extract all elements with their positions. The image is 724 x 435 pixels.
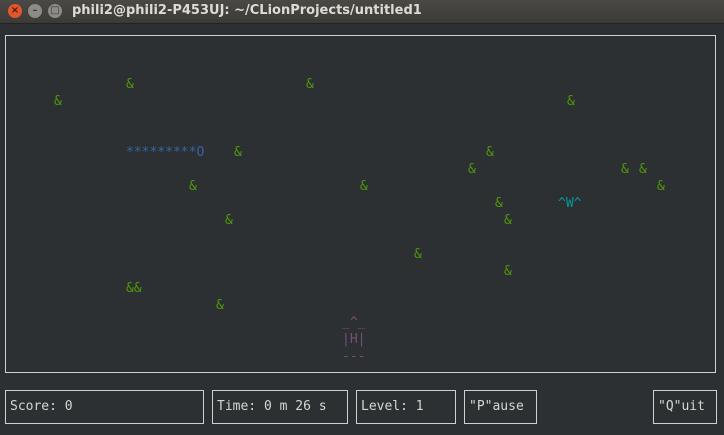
- food-item: &: [414, 247, 422, 262]
- title-bar: × – □ phili2@phili2-P453UJ: ~/CLionProje…: [0, 0, 724, 24]
- food-item: &: [189, 179, 197, 194]
- food-item: &: [234, 145, 242, 160]
- pause-button[interactable]: "P"ause: [464, 390, 537, 424]
- food-item: &: [495, 196, 503, 211]
- food-item: &: [657, 179, 665, 194]
- level-box: Level: 1: [356, 390, 456, 424]
- close-window-button[interactable]: ×: [8, 4, 22, 18]
- food-item: &: [360, 179, 368, 194]
- food-item: &: [126, 77, 134, 92]
- food-item: &&: [126, 281, 142, 296]
- snake: *********O: [126, 145, 205, 160]
- food-item: &: [639, 162, 647, 177]
- game-field: & & & & & & & & & & & & & & & & & && & *…: [5, 35, 716, 373]
- player-ship-base: ---: [342, 349, 366, 364]
- maximize-window-button[interactable]: □: [48, 4, 62, 18]
- food-item: &: [486, 145, 494, 160]
- food-item: &: [621, 162, 629, 177]
- score-box: Score: 0: [5, 390, 204, 424]
- food-item: &: [216, 298, 224, 313]
- food-item: &: [567, 94, 575, 109]
- food-item: &: [306, 77, 314, 92]
- player-ship-top: _^_: [342, 315, 366, 330]
- food-item: &: [504, 213, 512, 228]
- food-item: &: [54, 94, 62, 109]
- enemy: ^W^: [558, 196, 582, 211]
- player-ship-body: |H|: [342, 332, 366, 347]
- food-item: &: [225, 213, 233, 228]
- minimize-window-button[interactable]: –: [28, 4, 42, 18]
- terminal-area[interactable]: & & & & & & & & & & & & & & & & & && & *…: [0, 24, 724, 435]
- time-box: Time: 0 m 26 s: [212, 390, 348, 424]
- food-item: &: [504, 264, 512, 279]
- quit-button[interactable]: "Q"uit: [653, 390, 717, 424]
- food-item: &: [468, 162, 476, 177]
- window-title: phili2@phili2-P453UJ: ~/CLionProjects/un…: [72, 3, 422, 18]
